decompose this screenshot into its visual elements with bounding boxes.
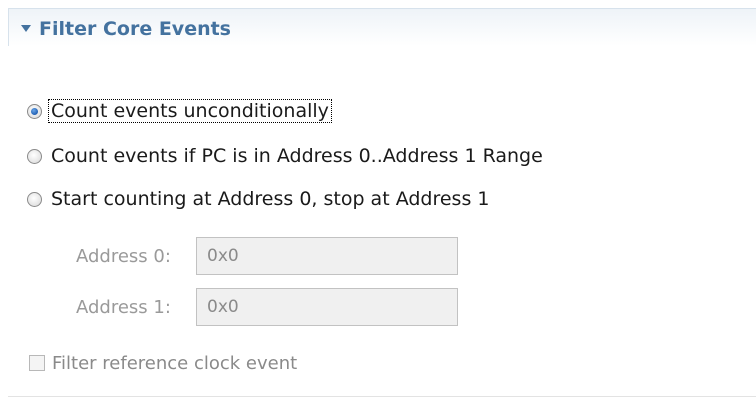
radio-button-icon[interactable] xyxy=(27,191,42,207)
radio-count-in-range[interactable]: Count events if PC is in Address 0..Addr… xyxy=(27,143,545,169)
filter-reference-clock-label: Filter reference clock event xyxy=(52,352,298,374)
address-0-row: Address 0: 0x0 xyxy=(76,236,458,276)
radio-label[interactable]: Count events if PC is in Address 0..Addr… xyxy=(49,145,545,167)
radio-button-icon[interactable] xyxy=(27,148,42,164)
filter-reference-clock-row[interactable]: Filter reference clock event xyxy=(29,350,297,376)
filter-core-events-panel: Filter Core Events Count events uncondit… xyxy=(0,0,756,400)
radio-button-icon[interactable] xyxy=(27,103,42,119)
address-0-label: Address 0: xyxy=(76,245,171,267)
address-1-value: 0x0 xyxy=(207,297,239,317)
address-0-value: 0x0 xyxy=(207,246,239,266)
chevron-down-icon[interactable] xyxy=(21,25,31,32)
radio-label[interactable]: Start counting at Address 0, stop at Add… xyxy=(49,188,491,210)
radio-label[interactable]: Count events unconditionally xyxy=(48,99,332,123)
radio-count-unconditionally[interactable]: Count events unconditionally xyxy=(27,98,332,124)
section-header[interactable]: Filter Core Events xyxy=(8,8,756,46)
filter-reference-clock-checkbox[interactable] xyxy=(29,355,45,371)
section-title[interactable]: Filter Core Events xyxy=(39,18,231,40)
address-1-label: Address 1: xyxy=(76,296,171,318)
section-divider xyxy=(8,396,756,397)
address-0-input[interactable]: 0x0 xyxy=(196,237,458,275)
address-1-input[interactable]: 0x0 xyxy=(196,288,458,326)
address-1-row: Address 1: 0x0 xyxy=(76,287,458,327)
radio-start-stop-counting[interactable]: Start counting at Address 0, stop at Add… xyxy=(27,186,491,212)
